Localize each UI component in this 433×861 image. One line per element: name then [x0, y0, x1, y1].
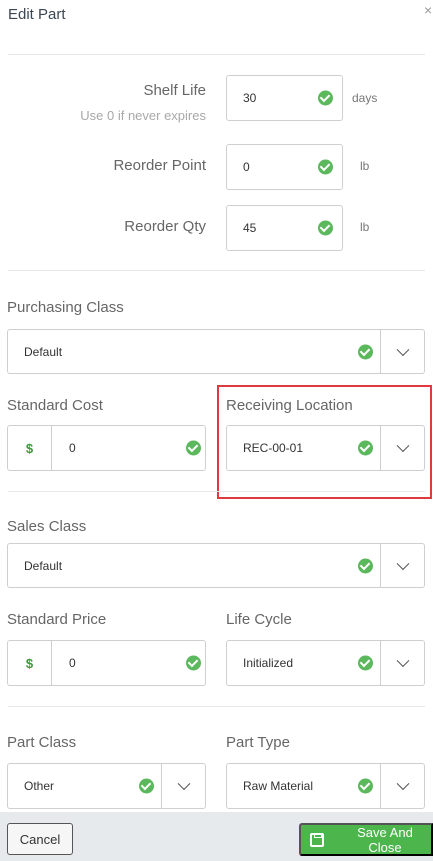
reorder-point-value: 0 — [243, 160, 250, 174]
page-title: Edit Part — [8, 6, 66, 23]
part-class-label: Part Class — [7, 734, 77, 751]
check-icon — [358, 778, 373, 794]
purchasing-class-label: Purchasing Class — [7, 299, 124, 316]
check-icon — [358, 440, 373, 456]
sales-class-select[interactable]: Default — [7, 543, 425, 588]
divider — [8, 706, 425, 707]
check-icon — [139, 778, 154, 794]
sales-class-value: Default — [24, 558, 63, 573]
purchasing-class-value: Default — [24, 344, 63, 359]
chevron-down-icon[interactable] — [161, 764, 205, 808]
chevron-down-icon[interactable] — [380, 426, 424, 470]
reorder-qty-unit: lb — [360, 220, 370, 234]
standard-cost-value: 0 — [69, 441, 76, 455]
shelf-life-input[interactable]: 30 — [226, 75, 343, 121]
shelf-life-unit: days — [352, 91, 378, 105]
check-icon — [358, 344, 373, 359]
standard-price-value: 0 — [69, 656, 76, 670]
reorder-point-input[interactable]: 0 — [226, 144, 343, 190]
part-type-select[interactable]: Raw Material — [226, 763, 425, 809]
reorder-point-unit: lb — [360, 159, 370, 173]
dollar-icon: $ — [8, 426, 52, 470]
chevron-down-icon[interactable] — [380, 544, 424, 587]
life-cycle-value: Initialized — [243, 656, 294, 670]
close-icon[interactable]: × — [424, 2, 432, 18]
save-icon — [310, 832, 324, 847]
standard-price-label: Standard Price — [7, 611, 107, 628]
part-class-select[interactable]: Other — [7, 763, 206, 809]
check-icon — [186, 655, 201, 671]
receiving-location-value: REC-00-01 — [243, 441, 304, 455]
part-type-label: Part Type — [226, 734, 290, 751]
chevron-down-icon[interactable] — [380, 764, 424, 808]
standard-cost-input[interactable]: $ 0 — [7, 425, 206, 471]
shelf-life-value: 30 — [243, 91, 257, 105]
divider — [8, 491, 425, 492]
sales-class-label: Sales Class — [7, 518, 87, 535]
shelf-life-hint: Use 0 if never expires — [80, 108, 206, 123]
reorder-point-label: Reorder Point — [113, 157, 206, 174]
shelf-life-label: Shelf Life — [143, 82, 206, 99]
standard-price-input[interactable]: $ 0 — [7, 640, 206, 686]
save-and-close-label: Save And Close — [357, 824, 413, 855]
part-class-value: Other — [24, 779, 55, 793]
chevron-down-icon[interactable] — [380, 641, 424, 685]
part-type-value: Raw Material — [243, 779, 314, 793]
reorder-qty-value: 45 — [243, 221, 257, 235]
reorder-qty-input[interactable]: 45 — [226, 205, 343, 251]
receiving-location-label: Receiving Location — [226, 397, 353, 414]
standard-cost-label: Standard Cost — [7, 397, 103, 414]
purchasing-class-select[interactable]: Default — [7, 329, 425, 374]
check-icon — [358, 558, 373, 573]
dollar-icon: $ — [8, 641, 52, 685]
check-icon — [358, 655, 373, 671]
reorder-qty-label: Reorder Qty — [124, 218, 206, 235]
divider — [8, 54, 425, 55]
check-icon — [186, 440, 201, 456]
check-icon — [318, 159, 333, 175]
save-and-close-button[interactable]: Save And Close — [299, 823, 433, 856]
check-icon — [318, 90, 333, 106]
life-cycle-label: Life Cycle — [226, 611, 292, 628]
check-icon — [318, 220, 333, 236]
life-cycle-select[interactable]: Initialized — [226, 640, 425, 686]
cancel-button[interactable]: Cancel — [7, 823, 73, 855]
divider — [8, 270, 425, 271]
chevron-down-icon[interactable] — [380, 330, 424, 373]
receiving-location-select[interactable]: REC-00-01 — [226, 425, 425, 471]
